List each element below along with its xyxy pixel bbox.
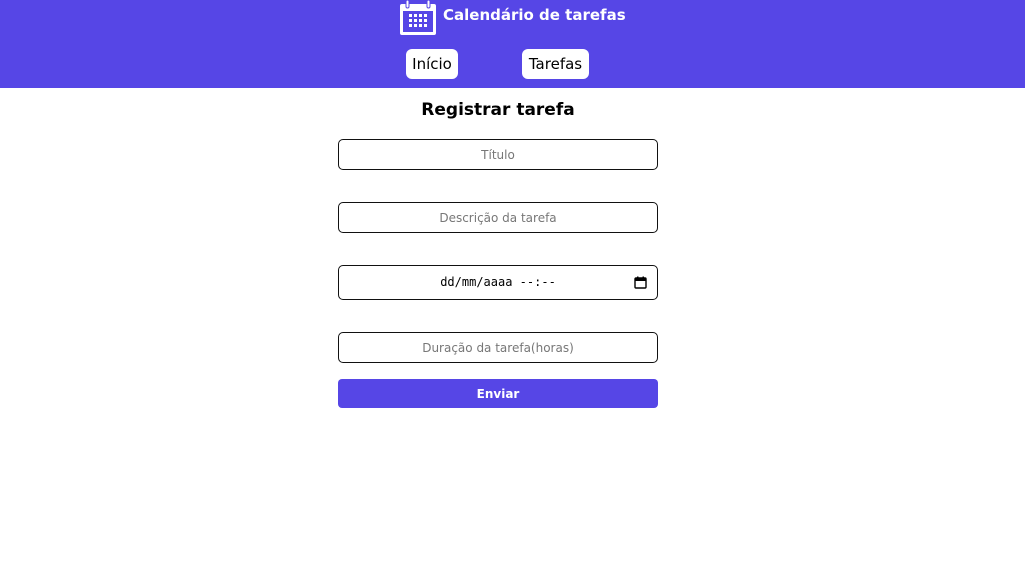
page-title: Registrar tarefa bbox=[421, 100, 575, 120]
calendar-icon bbox=[400, 0, 436, 35]
duracao-input[interactable] bbox=[338, 332, 658, 363]
top-header: Calendário de tarefas Início Tarefas bbox=[0, 0, 1025, 88]
titulo-input[interactable] bbox=[338, 139, 658, 170]
descricao-input[interactable] bbox=[338, 202, 658, 233]
calendar-picker-icon[interactable] bbox=[634, 276, 647, 289]
datetime-value: dd/mm/aaaa --:-- bbox=[440, 275, 556, 289]
nav-tarefas-button[interactable]: Tarefas bbox=[522, 49, 589, 79]
enviar-button[interactable]: Enviar bbox=[338, 379, 658, 408]
brand: Calendário de tarefas bbox=[398, 0, 626, 36]
nav-inicio-button[interactable]: Início bbox=[406, 49, 458, 79]
datetime-input[interactable]: dd/mm/aaaa --:-- bbox=[338, 265, 658, 300]
app-title: Calendário de tarefas bbox=[443, 6, 626, 24]
